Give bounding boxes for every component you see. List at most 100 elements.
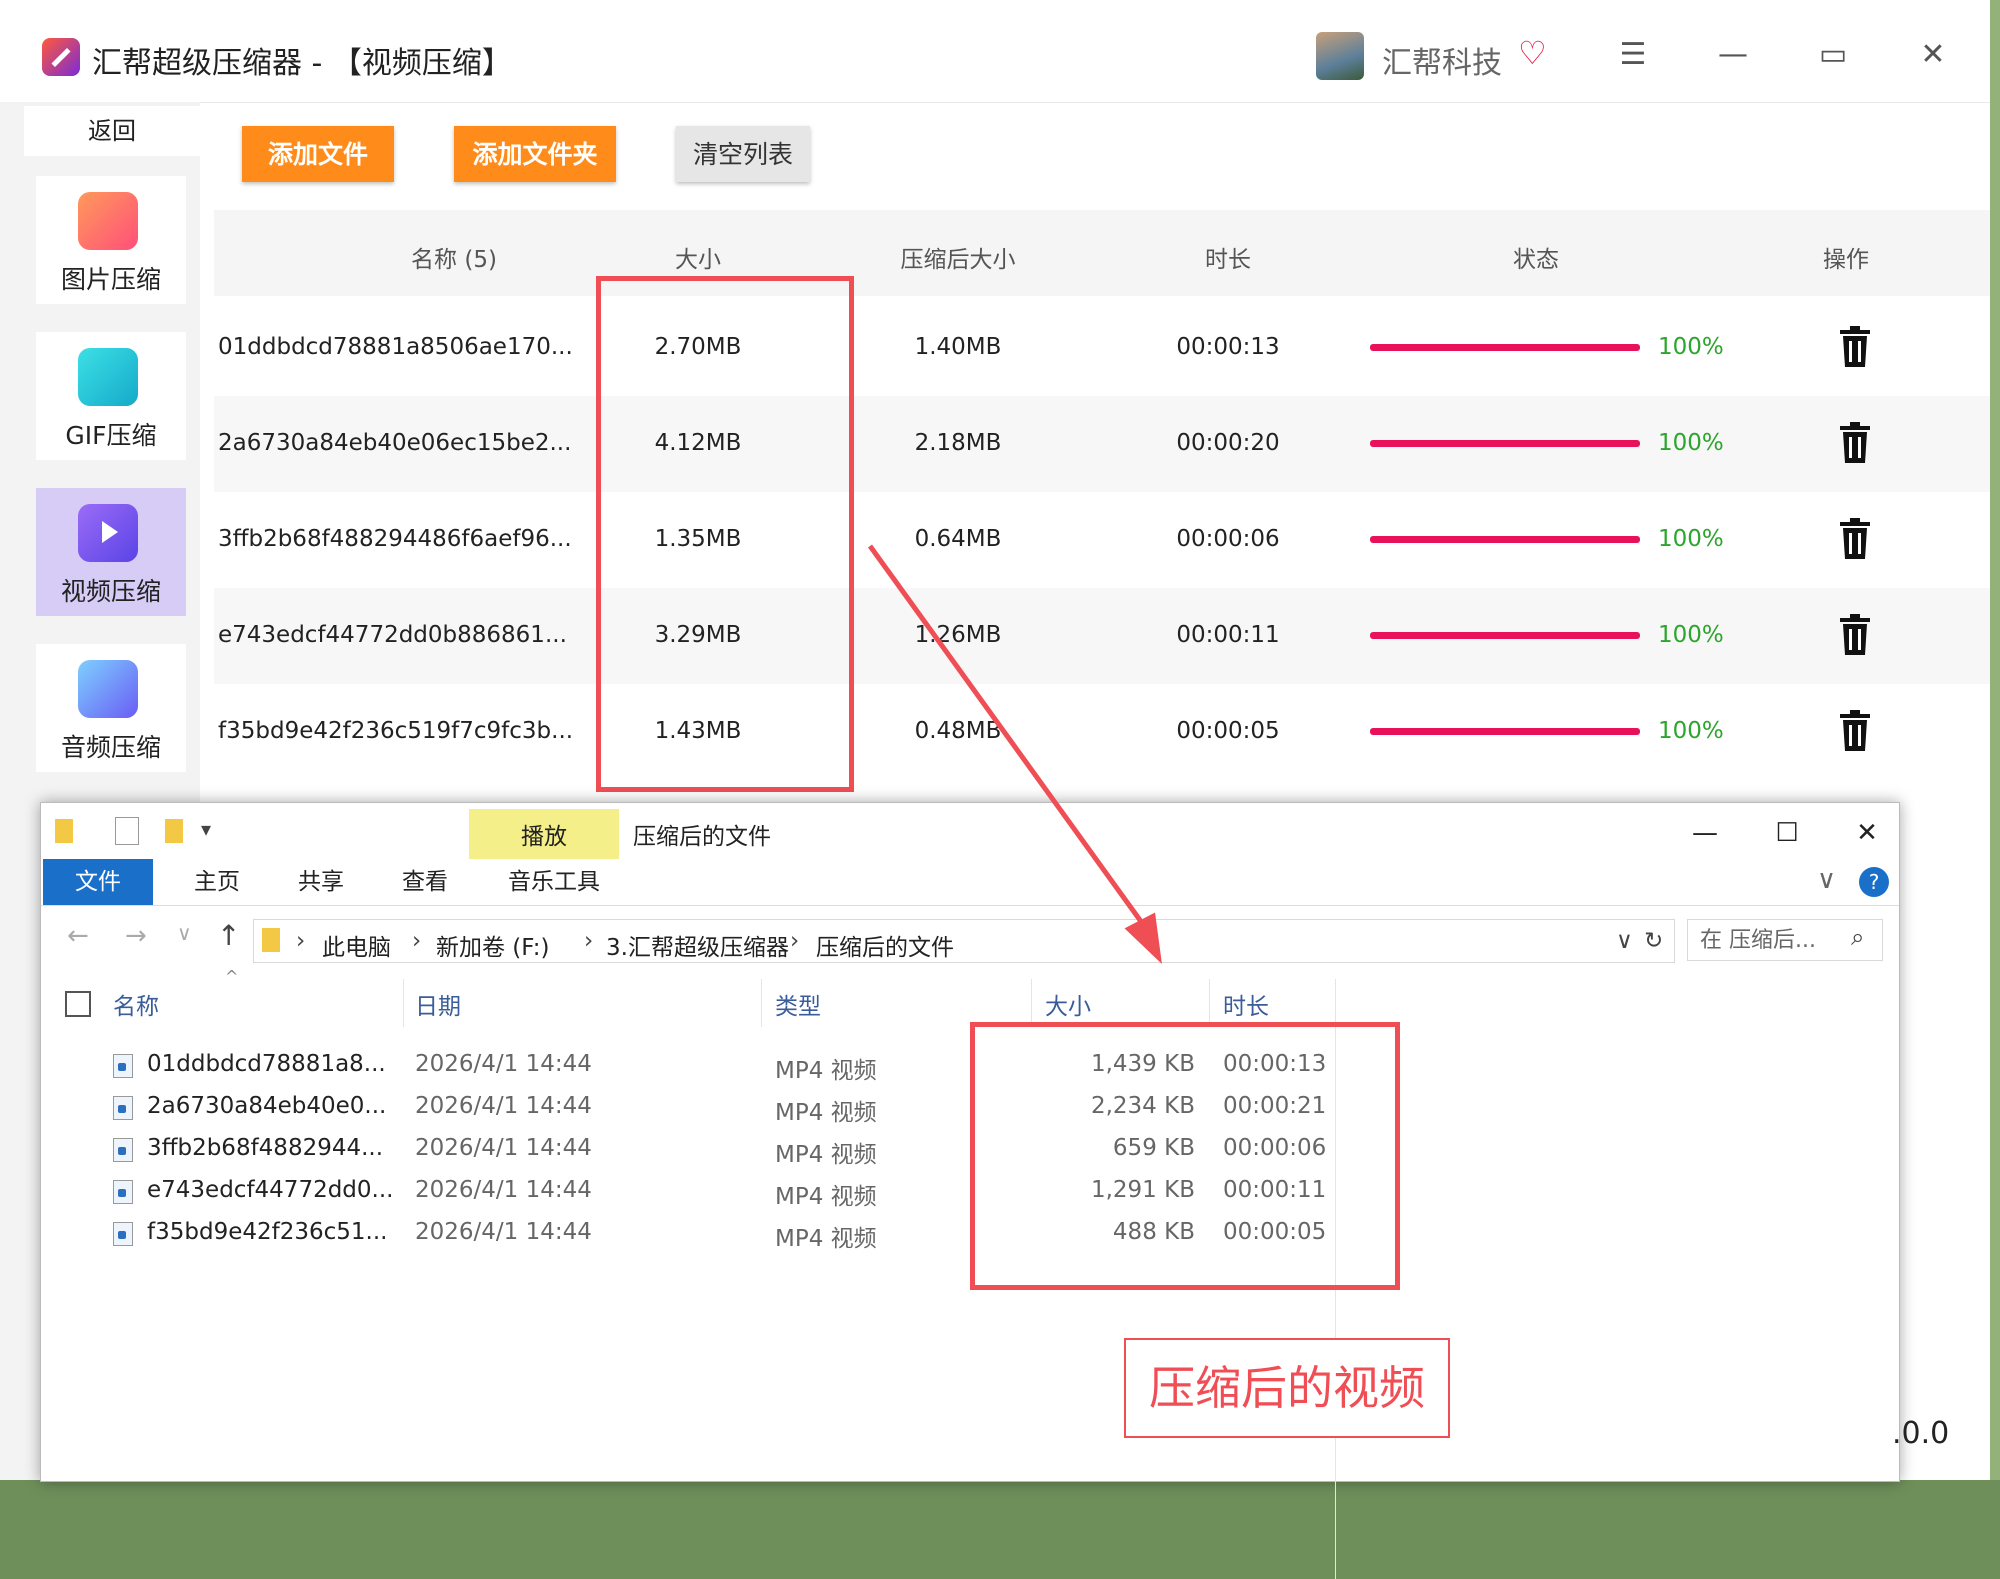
breadcrumb[interactable]: 3.汇帮超级压缩器 [606, 928, 789, 962]
properties-icon[interactable] [115, 817, 139, 845]
explorer-caption: 压缩后的文件 [633, 824, 771, 850]
explorer-title-bar: ▾ 播放 压缩后的文件 — ☐ ✕ [41, 803, 1899, 859]
file-name: 2a6730a84eb40e0... [147, 1093, 387, 1119]
annotation-label: 压缩后的视频 [1124, 1338, 1450, 1438]
user-name[interactable]: 汇帮科技 [1382, 38, 1502, 82]
context-tab-play[interactable]: 播放 [469, 809, 619, 859]
title-bar: 汇帮超级压缩器 - 【视频压缩】 汇帮科技 ♡ ☰ — ▭ ✕ [0, 0, 1990, 103]
sidebar-item-video-compress[interactable]: 视频压缩 [36, 488, 186, 616]
video-file-icon [113, 1054, 133, 1078]
add-folder-button[interactable]: 添加文件夹 [454, 126, 616, 182]
file-type: MP4 视频 [775, 1100, 877, 1126]
version-text: .0.0 [1892, 1416, 1950, 1451]
breadcrumb[interactable]: 压缩后的文件 [816, 928, 954, 962]
up-arrow-icon[interactable]: ↑ [217, 919, 240, 952]
table-row[interactable]: 01ddbdcd78881a8506ae170... 2.70MB 1.40MB 00… [214, 300, 1990, 396]
file-date: 2026/4/1 14:44 [415, 1177, 592, 1203]
video-file-icon [113, 1096, 133, 1120]
file-date: 2026/4/1 14:44 [415, 1219, 592, 1245]
close-button[interactable]: ✕ [1908, 30, 1958, 80]
recent-dropdown-icon[interactable]: ∨ [177, 921, 192, 945]
table-row[interactable]: 2a6730a84eb40e06ec15be2... 4.12MB 2.18MB 00… [214, 396, 1990, 492]
file-name: e743edcf44772dd0b886861... [218, 622, 567, 648]
column-duration[interactable]: 时长 [1128, 240, 1328, 274]
back-arrow-icon[interactable]: ← [67, 921, 89, 951]
duration: 00:00:13 [1176, 334, 1280, 360]
tab-home[interactable]: 主页 [177, 859, 257, 905]
folder-icon [55, 819, 73, 843]
status-percent: 100% [1658, 718, 1724, 744]
column-header-date[interactable]: 日期 [415, 987, 461, 1021]
column-divider[interactable] [1209, 979, 1210, 1027]
tab-music-tools[interactable]: 音乐工具 [489, 859, 619, 905]
add-file-button[interactable]: 添加文件 [242, 126, 394, 182]
breadcrumb[interactable]: 新加卷 (F:) [436, 928, 549, 962]
quick-access-dropdown-icon[interactable]: ▾ [201, 817, 211, 841]
trash-icon[interactable] [1838, 710, 1872, 752]
video-file-icon [113, 1180, 133, 1204]
vip-heart-icon[interactable]: ♡ [1518, 34, 1547, 72]
explorer-maximize-button[interactable]: ☐ [1757, 811, 1817, 855]
file-name: 3ffb2b68f4882944... [147, 1135, 384, 1161]
compressed-size: 0.48MB [914, 718, 1002, 744]
crumb-sep-icon: › [296, 928, 306, 954]
compressed-size: 1.26MB [914, 622, 1002, 648]
ribbon-expand-icon[interactable]: ∨ [1817, 865, 1836, 895]
address-dropdown-icon[interactable]: ∨ [1616, 928, 1633, 954]
explorer-minimize-button[interactable]: — [1675, 811, 1735, 855]
column-divider[interactable] [1031, 979, 1032, 1027]
file-date: 2026/4/1 14:44 [415, 1093, 592, 1119]
tab-view[interactable]: 查看 [385, 859, 465, 905]
duration: 00:00:11 [1176, 622, 1280, 648]
trash-icon[interactable] [1838, 614, 1872, 656]
address-bar[interactable]: › 此电脑 › 新加卷 (F:) › 3.汇帮超级压缩器 › 压缩后的文件 ∨ … [253, 919, 1675, 963]
tab-file[interactable]: 文件 [43, 859, 153, 905]
sidebar-item-label: 图片压缩 [60, 265, 161, 294]
compressed-size-highlight-box [970, 1022, 1400, 1290]
app-logo-icon [42, 38, 80, 76]
sidebar-item-audio-compress[interactable]: 音频压缩 [36, 644, 186, 772]
sidebar-item-gif-compress[interactable]: GIF压缩 [36, 332, 186, 460]
refresh-icon[interactable]: ↻ [1644, 928, 1663, 954]
tab-share[interactable]: 共享 [281, 859, 361, 905]
back-button[interactable]: 返回 [24, 106, 200, 156]
column-status[interactable]: 状态 [1436, 240, 1636, 274]
column-header-duration[interactable]: 时长 [1223, 987, 1269, 1021]
explorer-close-button[interactable]: ✕ [1837, 811, 1897, 855]
table-row[interactable]: f35bd9e42f236c519f7c9fc3b... 1.43MB 0.48MB… [214, 684, 1990, 780]
column-divider[interactable] [403, 979, 404, 1027]
breadcrumb[interactable]: 此电脑 [322, 928, 391, 962]
trash-icon[interactable] [1838, 422, 1872, 464]
duration: 00:00:20 [1176, 430, 1280, 456]
status-percent: 100% [1658, 622, 1724, 648]
help-icon[interactable]: ? [1859, 867, 1889, 897]
table-row[interactable]: 3ffb2b68f488294486f6aef96... 1.35MB 0.64MB… [214, 492, 1990, 588]
column-divider[interactable] [761, 979, 762, 1027]
forward-arrow-icon[interactable]: → [125, 921, 147, 951]
minimize-button[interactable]: — [1708, 30, 1758, 80]
maximize-button[interactable]: ▭ [1808, 30, 1858, 80]
column-action[interactable]: 操作 [1746, 240, 1946, 274]
file-name: 01ddbdcd78881a8... [147, 1051, 386, 1077]
crumb-sep-icon: › [584, 928, 594, 954]
search-icon[interactable]: ⌕ [1851, 923, 1864, 951]
column-header-type[interactable]: 类型 [775, 987, 821, 1021]
column-header-size[interactable]: 大小 [1045, 987, 1091, 1021]
table-row[interactable]: e743edcf44772dd0b886861... 3.29MB 1.26MB 00… [214, 588, 1990, 684]
video-play-icon [78, 504, 138, 562]
clear-list-button[interactable]: 清空列表 [676, 126, 810, 182]
trash-icon[interactable] [1838, 518, 1872, 560]
column-header-name[interactable]: 名称 [113, 987, 159, 1021]
select-all-checkbox[interactable] [65, 991, 91, 1017]
column-compressed-size[interactable]: 压缩后大小 [858, 240, 1058, 274]
window-title: 汇帮超级压缩器 - 【视频压缩】 [92, 46, 512, 81]
sort-chevron-up-icon: ^ [225, 967, 239, 986]
menu-icon[interactable]: ☰ [1608, 30, 1658, 80]
file-date: 2026/4/1 14:44 [415, 1051, 592, 1077]
trash-icon[interactable] [1838, 326, 1872, 368]
sidebar-item-image-compress[interactable]: 图片压缩 [36, 176, 186, 304]
column-size[interactable]: 大小 [598, 240, 798, 274]
file-type: MP4 视频 [775, 1058, 877, 1084]
new-folder-icon[interactable] [165, 819, 183, 843]
avatar[interactable] [1316, 32, 1364, 80]
